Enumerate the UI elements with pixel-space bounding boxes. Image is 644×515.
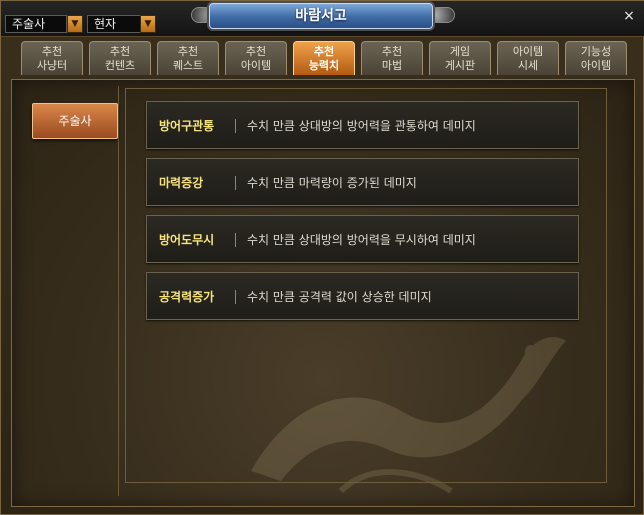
tab-game-board[interactable]: 게임 게시판 <box>429 41 491 75</box>
stat-name: 방어구관통 <box>159 119 215 133</box>
list-item[interactable]: 방어구관통 수치 만큼 상대방의 방어력을 관통하여 데미지 <box>146 101 579 149</box>
tab-recommended-magic[interactable]: 추천 마법 <box>361 41 423 75</box>
list-item[interactable]: 마력증강 수치 만큼 마력량이 증가된 데미지 <box>146 158 579 206</box>
tab-label-line1: 추천 <box>245 45 267 58</box>
tab-recommended-content[interactable]: 추천 컨텐츠 <box>89 41 151 75</box>
window-title: 바람서고 <box>295 8 347 24</box>
tab-recommended-item[interactable]: 추천 아이템 <box>225 41 287 75</box>
tab-label-line1: 추천 <box>41 45 63 58</box>
tab-label-line1: 기능성 <box>580 45 612 58</box>
class-sidebar <box>19 86 119 496</box>
divider <box>235 233 236 247</box>
tab-item-price[interactable]: 아이템 시세 <box>497 41 559 75</box>
divider <box>235 290 236 304</box>
tab-label-line1: 추천 <box>313 45 335 58</box>
class-select[interactable]: 주술사 <box>5 15 67 33</box>
stat-name: 공격력증가 <box>159 290 215 304</box>
tab-label-line1: 추천 <box>381 45 403 58</box>
class-select-arrow-icon[interactable]: ▼ <box>67 15 83 33</box>
tab-label-line2: 아이템 <box>580 59 612 72</box>
tab-recommended-stats[interactable]: 추천 능력치 <box>293 41 355 75</box>
baram-library-window: 바람서고 × 주술사 ▼ 현자 ▼ 추천 사냥터 추천 컨텐츠 추천 퀘스트 추… <box>0 0 644 515</box>
tab-label-line1: 추천 <box>177 45 199 58</box>
tab-label-line2: 아이템 <box>240 59 272 72</box>
tab-recommended-quest[interactable]: 추천 퀘스트 <box>157 41 219 75</box>
tab-label-line2: 마법 <box>381 59 403 72</box>
tab-label-line2: 컨텐츠 <box>104 59 136 72</box>
stat-name: 방어도무시 <box>159 233 215 247</box>
tab-label-line2: 사냥터 <box>36 59 68 72</box>
tab-label-line2: 능력치 <box>308 59 340 72</box>
subclass-select[interactable]: 현자 <box>87 15 141 33</box>
tab-label-line1: 아이템 <box>512 45 544 58</box>
stat-name: 마력증강 <box>159 176 204 190</box>
tab-functional-item[interactable]: 기능성 아이템 <box>565 41 627 75</box>
tab-label-line1: 게임 <box>449 45 471 58</box>
stat-description: 수치 만큼 공격력 값이 상승한 데미지 <box>247 290 432 304</box>
tab-label-line2: 시세 <box>517 59 539 72</box>
tab-label-line2: 게시판 <box>444 59 476 72</box>
stat-description: 수치 만큼 상대방의 방어력을 무시하여 데미지 <box>247 233 476 247</box>
stat-description: 수치 만큼 상대방의 방어력을 관통하여 데미지 <box>247 119 476 133</box>
tab-recommended-hunting[interactable]: 추천 사냥터 <box>21 41 83 75</box>
stat-description: 수치 만큼 마력량이 증가된 데미지 <box>247 176 417 190</box>
tab-label-line1: 추천 <box>109 45 131 58</box>
list-item[interactable]: 공격력증가 수치 만큼 공격력 값이 상승한 데미지 <box>146 272 579 320</box>
subclass-select-arrow-icon[interactable]: ▼ <box>140 15 156 33</box>
divider <box>235 119 236 133</box>
list-item[interactable]: 방어도무시 수치 만큼 상대방의 방어력을 무시하여 데미지 <box>146 215 579 263</box>
divider <box>235 176 236 190</box>
sidebar-item-shaman[interactable]: 주술사 <box>32 103 118 139</box>
tab-label-line2: 퀘스트 <box>172 59 204 72</box>
close-button[interactable]: × <box>621 8 637 24</box>
